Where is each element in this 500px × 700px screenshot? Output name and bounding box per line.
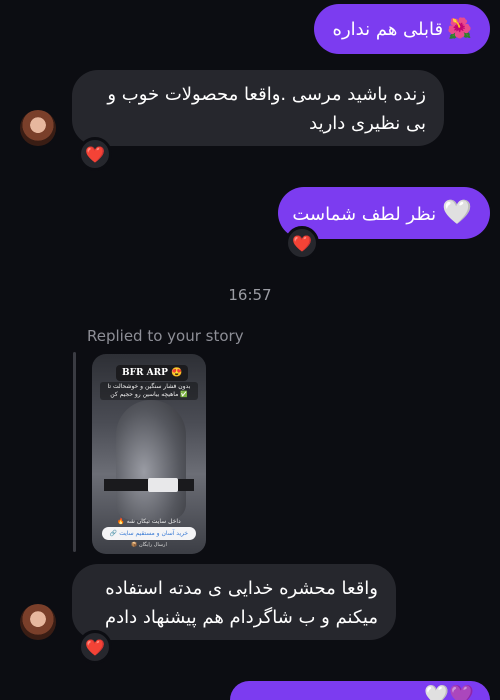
heart-reaction[interactable]: ❤️ <box>78 630 112 664</box>
story-link-note: 🔥 داخل سایت تیکان شه <box>117 518 181 525</box>
reply-indicator-line <box>73 352 76 552</box>
heart-icon: ❤️ <box>292 233 312 253</box>
message-outgoing-1[interactable]: 🌺قابلی هم نداره <box>314 4 490 54</box>
heart-icon: ❤️ <box>85 144 105 164</box>
story-caption: بدون فشار سنگین و خوشحالت تا ماهیچه بیاس… <box>100 382 198 400</box>
story-photo-band-label <box>148 478 178 492</box>
message-text-line-1: زنده باشید مرسی .واقعا محصولات خوب و <box>107 84 426 105</box>
message-text-line-2: بی نظیری دارید <box>309 113 426 134</box>
sender-avatar[interactable] <box>20 604 56 640</box>
sender-avatar[interactable] <box>20 110 56 146</box>
message-text-line-2: میکنم و ب شاگردام هم پیشنهاد دادم <box>105 607 378 628</box>
message-text: نظر لطف شماست <box>292 204 437 225</box>
message-text-line-1: واقعا محشره خدایی ی مدته استفاده <box>105 578 378 599</box>
purple-white-hearts-emoji: 💜🤍 <box>424 683 474 700</box>
replied-to-story-label: Replied to your story <box>87 327 244 345</box>
white-heart-emoji: 🤍 <box>442 198 472 226</box>
heart-icon: ❤️ <box>85 637 105 657</box>
story-thumbnail[interactable]: BFR ARP 😍 بدون فشار سنگین و خوشحالت تا م… <box>92 354 206 554</box>
message-outgoing-3[interactable]: 💜🤍 <box>230 681 490 700</box>
heart-reaction[interactable]: ❤️ <box>285 226 319 260</box>
story-link-sticker[interactable]: 🔗 خرید آسان و مستقیم سایت <box>102 527 196 540</box>
story-photo <box>116 400 186 520</box>
heart-reaction[interactable]: ❤️ <box>78 137 112 171</box>
story-tag: BFR ARP 😍 <box>116 365 189 381</box>
message-text: قابلی هم نداره <box>332 19 444 40</box>
message-incoming-1[interactable]: زنده باشید مرسی .واقعا محصولات خوب و بی … <box>72 70 444 146</box>
timestamp: 16:57 <box>228 286 272 304</box>
message-incoming-2[interactable]: واقعا محشره خدایی ی مدته استفاده میکنم و… <box>72 564 396 640</box>
story-link-subtext: 📦 ارسال رایگان <box>131 542 167 548</box>
hibiscus-emoji: 🌺 <box>447 16 472 40</box>
